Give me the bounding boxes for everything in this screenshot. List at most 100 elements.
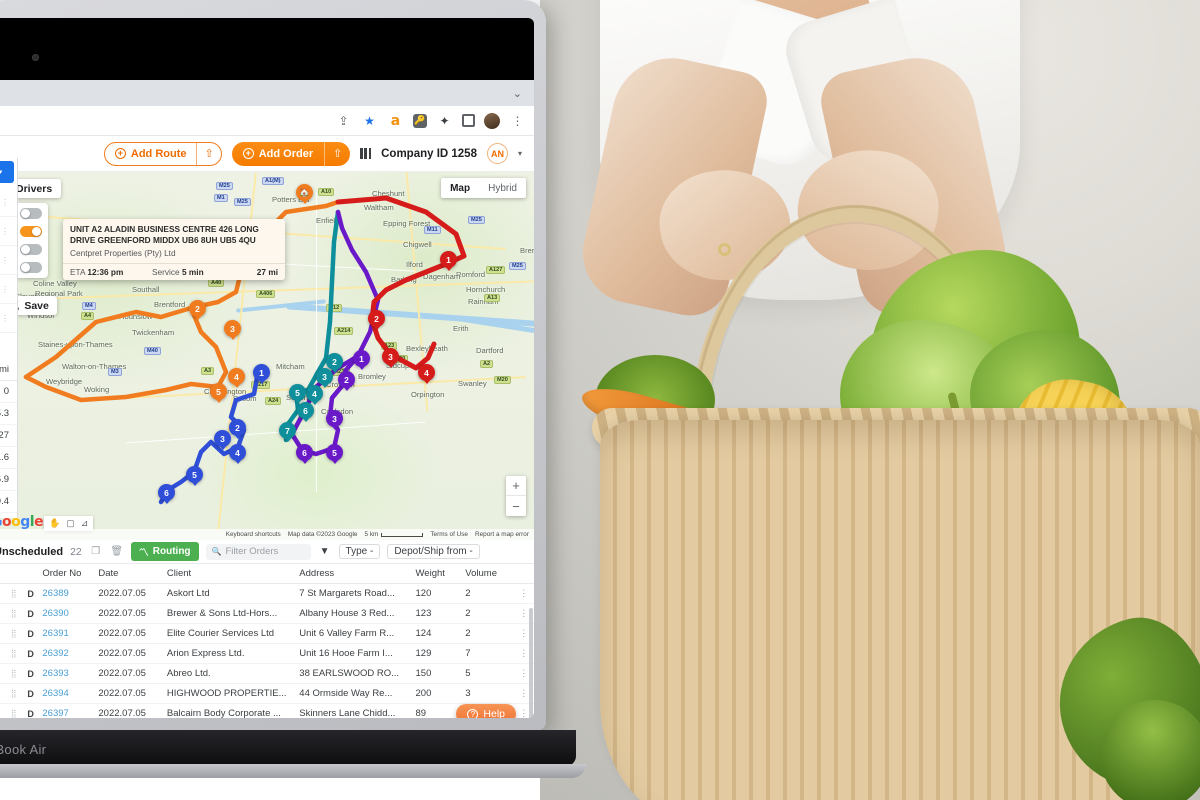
map-canvas[interactable]: Potters BarCheshuntWalthamEppingEpping F… [0, 172, 534, 540]
routing-button[interactable]: 〽 Routing [130, 542, 199, 561]
toggle-switch[interactable] [20, 208, 42, 219]
col-client[interactable]: Client [162, 564, 296, 584]
route-stop-pin[interactable]: 5 [210, 383, 227, 406]
route-stop-pin[interactable]: 4 [228, 368, 245, 391]
chrome-menu-icon[interactable]: ⋮ [509, 112, 526, 129]
route-stop-pin[interactable]: 5 [326, 444, 343, 467]
add-route-upload-icon[interactable]: ⇧ [196, 142, 220, 165]
rectangle-select-icon[interactable]: ▢ [66, 518, 75, 529]
row-menu-icon[interactable]: ⋮ [519, 668, 528, 678]
col-volume[interactable]: Volume [461, 564, 516, 584]
row-order-no[interactable]: 26391 [38, 623, 95, 644]
route-stop-pin[interactable]: 3 [224, 320, 241, 343]
route-stop-pin[interactable]: 1 [353, 350, 370, 373]
col-order-no[interactable]: Order No [38, 564, 95, 584]
row-order-no[interactable]: 26394 [38, 683, 95, 704]
chevron-down-icon[interactable]: ▾ [518, 149, 522, 158]
bookmark-star-icon[interactable]: ★ [361, 112, 378, 129]
route-stop-pin[interactable]: 2 [368, 310, 385, 333]
drag-handle-icon[interactable]: ⣿ [11, 689, 17, 698]
drag-handle-icon[interactable]: ⣿ [11, 669, 17, 678]
drag-handle-icon[interactable]: ⣿ [11, 709, 17, 718]
row-menu-icon[interactable]: ⋮ [519, 588, 528, 598]
trash-icon[interactable]: 🗑 [110, 545, 124, 559]
puzzle-extensions-icon[interactable]: ✦ [436, 112, 453, 129]
keyboard-shortcuts-link[interactable]: Keyboard shortcuts [226, 531, 281, 538]
row-menu-icon[interactable]: ⋮ [519, 708, 528, 718]
route-stop-pin[interactable]: 4 [229, 444, 246, 467]
report-map-error-link[interactable]: Report a map error [475, 531, 529, 538]
row-menu-icon[interactable]: ⋮ [519, 688, 528, 698]
orders-scrollbar[interactable] [529, 608, 533, 718]
table-row[interactable]: ⣿ D 26390 2022.07.05 Brewer & Sons Ltd-Hors.… [0, 603, 534, 624]
password-manager-icon[interactable]: 🔑 [413, 113, 427, 128]
route-stop-pin[interactable]: 4 [418, 364, 435, 387]
row-menu-icon[interactable]: ⋮ [519, 608, 528, 618]
table-row[interactable]: ⣿ D 26391 2022.07.05 Elite Courier Services … [0, 623, 534, 644]
col-date[interactable]: Date [94, 564, 163, 584]
zoom-out-button[interactable]: − [506, 496, 526, 516]
table-row[interactable]: ⣿ D 26392 2022.07.05 Arion Express Ltd. Unit … [0, 643, 534, 664]
row-order-no[interactable]: 26392 [38, 643, 95, 664]
route-stop-pin[interactable]: 1 [253, 364, 270, 387]
row-order-no[interactable]: 26397 [38, 703, 95, 718]
row-menu-icon[interactable]: ⋮ [519, 648, 528, 658]
browser-tabstrip[interactable]: ⌄ [0, 80, 534, 106]
columns-icon[interactable] [360, 148, 372, 159]
filter-orders-input[interactable]: 🔍 Filter Orders [205, 543, 311, 560]
add-route-label-wrap[interactable]: + Add Route [105, 148, 197, 160]
avatar[interactable]: AN [486, 143, 508, 164]
help-button[interactable]: ? Help [456, 704, 516, 718]
table-row[interactable]: ⣿ D 26394 2022.07.05 HIGHWOOD PROPERTIE... 44… [0, 683, 534, 704]
col-weight[interactable]: Weight [411, 564, 462, 584]
add-route-button[interactable]: + Add Route ⇧ [103, 141, 222, 166]
add-order-label-wrap[interactable]: + Add Order [232, 148, 324, 160]
table-row[interactable]: ⣿ D 26393 2022.07.05 Abreo Ltd. 38 EARLSWOOD … [0, 663, 534, 684]
zoom-in-button[interactable]: + [506, 476, 526, 496]
row-order-no[interactable]: 26390 [38, 603, 95, 624]
add-order-upload-icon[interactable]: ⇧ [324, 141, 350, 166]
route-stop-pin[interactable]: 6 [297, 402, 314, 425]
map-type-switch[interactable]: Map Hybrid [441, 178, 526, 198]
tab-chevron-icon[interactable]: ⌄ [513, 87, 522, 100]
sidepanel-icon[interactable] [462, 114, 475, 127]
route-stop-pin[interactable]: 7 [279, 422, 296, 445]
drag-handle-icon[interactable]: ⣿ [11, 589, 17, 598]
row-order-no[interactable]: 26389 [38, 583, 95, 604]
map-zoom-controls[interactable]: + − [506, 476, 526, 516]
map-type-map[interactable]: Map [441, 178, 479, 198]
chevron-down-icon[interactable]: ▾ [0, 168, 2, 176]
route-stop-pin[interactable]: 3 [382, 348, 399, 371]
profile-avatar-icon[interactable] [484, 112, 500, 129]
table-row[interactable]: ⣿ D 26389 2022.07.05 Askort Ltd 7 St Margaret… [0, 583, 534, 604]
route-stop-pin[interactable]: 2 [338, 371, 355, 394]
row-menu-icon[interactable]: ⋮ [519, 628, 528, 638]
background-doc-button[interactable]: ▾ [0, 161, 14, 183]
terms-of-use-link[interactable]: Terms of Use [430, 531, 468, 538]
map-type-hybrid[interactable]: Hybrid [479, 178, 526, 198]
pan-hand-icon[interactable]: ✋ [49, 518, 60, 529]
route-stop-pin[interactable]: 1 [440, 251, 457, 274]
route-stop-pin[interactable]: 2 [189, 300, 206, 323]
polygon-select-icon[interactable]: ⊿ [81, 518, 89, 529]
toggle-switch[interactable] [20, 244, 42, 255]
route-stop-pin[interactable]: 6 [158, 484, 175, 507]
route-stop-pin[interactable]: 5 [186, 466, 203, 489]
route-stop-pin[interactable]: 6 [296, 444, 313, 467]
depot-pin-icon[interactable]: 🏠 [296, 184, 313, 207]
route-stop-pin[interactable]: 2 [229, 419, 246, 442]
depot-ship-from-dropdown[interactable]: Depot/Ship from - [387, 544, 480, 559]
drag-handle-icon[interactable]: ⣿ [11, 629, 17, 638]
add-order-button[interactable]: + Add Order ⇧ [231, 141, 351, 166]
col-address[interactable]: Address [295, 564, 412, 584]
route-stop-pin[interactable]: 3 [326, 410, 343, 433]
funnel-icon[interactable]: ▼ [318, 545, 332, 559]
toggle-switch[interactable] [20, 226, 42, 237]
drag-handle-icon[interactable]: ⣿ [11, 649, 17, 658]
type-dropdown[interactable]: Type - [338, 544, 381, 559]
share-icon[interactable]: ⇪ [335, 112, 352, 129]
copy-icon[interactable]: ❐ [89, 545, 103, 559]
row-order-no[interactable]: 26393 [38, 663, 95, 684]
drag-handle-icon[interactable]: ⣿ [11, 609, 17, 618]
toggle-switch[interactable] [20, 262, 42, 273]
